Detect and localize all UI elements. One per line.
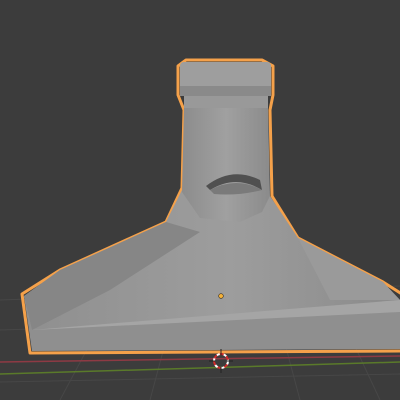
y-axis-line bbox=[0, 361, 400, 375]
object-origin-icon[interactable] bbox=[218, 293, 224, 299]
viewport-canvas[interactable] bbox=[0, 0, 400, 400]
3d-viewport[interactable] bbox=[0, 0, 400, 400]
selected-mesh-object[interactable] bbox=[20, 58, 400, 355]
x-axis-line bbox=[0, 355, 400, 363]
neck-cylinder bbox=[182, 108, 270, 222]
collar-ring bbox=[180, 62, 271, 90]
